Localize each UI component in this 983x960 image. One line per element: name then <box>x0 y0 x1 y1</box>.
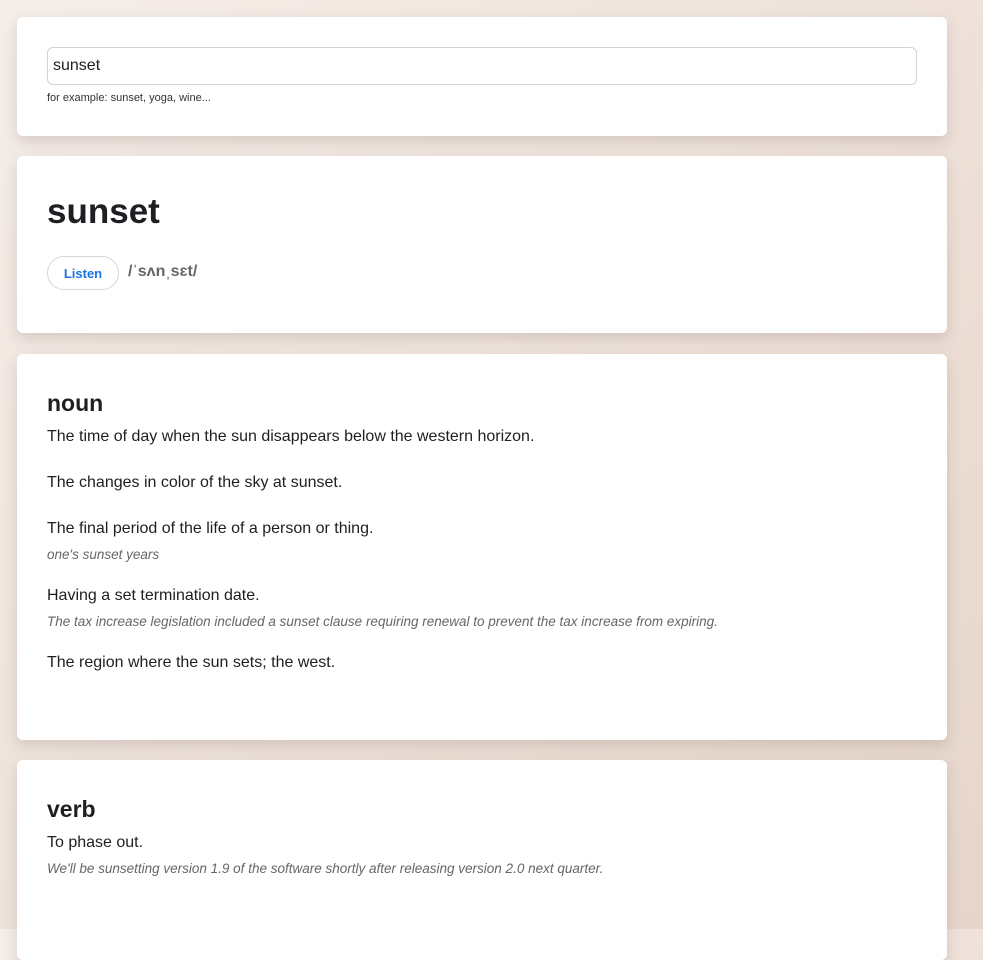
definition-example: The tax increase legislation included a … <box>47 614 718 629</box>
definition: The region where the sun sets; the west. <box>47 654 336 671</box>
part-of-speech-noun: noun <box>47 390 104 416</box>
definition: The changes in color of the sky at sunse… <box>47 474 343 491</box>
search-card: for example: sunset, yoga, wine... <box>17 17 947 136</box>
definition: Having a set termination date. <box>47 587 260 604</box>
definition-example: one's sunset years <box>47 547 160 562</box>
pronunciation: /ˈsʌnˌsɛt/ <box>128 263 198 280</box>
verb-definitions: To phase out. We'll be sunsetting version… <box>47 833 917 878</box>
listen-button[interactable]: Listen <box>47 256 119 290</box>
search-hint: for example: sunset, yoga, wine... <box>47 92 211 104</box>
noun-definitions: The time of day when the sun disappears … <box>47 427 917 673</box>
word-title: sunset <box>47 192 160 231</box>
verb-card: verb To phase out. We'll be sunsetting ve… <box>17 760 947 960</box>
search-input[interactable] <box>47 47 917 85</box>
definition: The time of day when the sun disappears … <box>47 428 535 445</box>
definition: To phase out. <box>47 834 144 851</box>
definition-example: We'll be sunsetting version 1.9 of the s… <box>47 861 604 876</box>
definition: The final period of the life of a person… <box>47 520 374 537</box>
part-of-speech-verb: verb <box>47 796 96 822</box>
word-card: sunset Listen /ˈsʌnˌsɛt/ <box>17 156 947 333</box>
noun-card: noun The time of day when the sun disapp… <box>17 354 947 740</box>
